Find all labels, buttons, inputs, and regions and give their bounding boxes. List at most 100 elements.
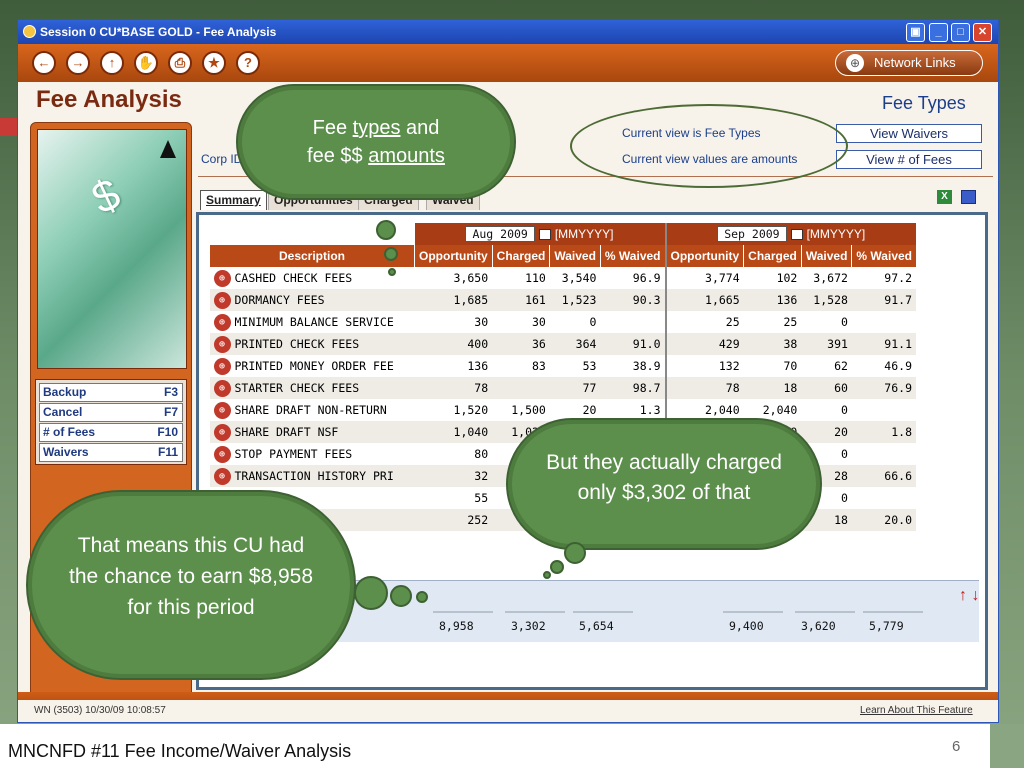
highlight-oval bbox=[570, 104, 848, 188]
forward-arrow-icon[interactable]: → bbox=[66, 51, 90, 75]
view-num-fees-button[interactable]: View # of Fees bbox=[836, 150, 982, 169]
calendar-icon[interactable] bbox=[790, 229, 803, 241]
fee-description-cell: ⊕ TRANSACTION HISTORY PRI bbox=[209, 465, 415, 487]
backup-button[interactable]: Backup F3 bbox=[39, 383, 183, 402]
value-cell: 70 bbox=[783, 359, 798, 373]
close-button[interactable]: ✕ bbox=[973, 23, 992, 42]
fee-description-cell: ⊕ PRINTED CHECK FEES bbox=[209, 333, 415, 355]
sort-arrows[interactable]: ↑ ↓ bbox=[959, 587, 979, 605]
total-rule bbox=[723, 611, 783, 613]
fee-description: PRINTED CHECK FEES bbox=[234, 336, 360, 351]
value-cell: 1.8 bbox=[851, 421, 916, 443]
favorite-star-icon[interactable]: ★ bbox=[202, 51, 226, 75]
zoom-icon[interactable]: ⊕ bbox=[213, 269, 231, 287]
restore-icon[interactable]: ▣ bbox=[906, 23, 925, 42]
fee-description: DORMANCY FEES bbox=[234, 292, 325, 307]
value-cell bbox=[852, 443, 916, 465]
fee-description-cell: ⊕ DORMANCY FEES bbox=[209, 289, 415, 311]
value-cell: 90.3 bbox=[600, 289, 666, 311]
help-icon[interactable]: ? bbox=[236, 51, 260, 75]
total-rule bbox=[505, 611, 565, 613]
callout-fee-types: Fee types and fee $$ amounts bbox=[236, 84, 516, 200]
hand-stop-icon[interactable]: ✋ bbox=[134, 51, 158, 75]
table-row[interactable]: ⊕ CASHED CHECK FEES 3,650 110 3,540 96.9 3,774… bbox=[210, 267, 917, 289]
thought-bubble bbox=[416, 591, 428, 603]
down-arrow-icon[interactable]: ↓ bbox=[971, 587, 979, 604]
value-cell: 20.0 bbox=[851, 509, 916, 531]
zoom-icon[interactable]: ⊕ bbox=[213, 379, 231, 397]
slide-number: 6 bbox=[952, 738, 961, 755]
fee-description-cell: ⊕ MINIMUM BALANCE SERVICE bbox=[210, 311, 415, 333]
maximize-button[interactable]: □ bbox=[951, 23, 970, 42]
calendar-icon[interactable] bbox=[538, 229, 551, 241]
learn-about-link[interactable]: Learn About This Feature bbox=[860, 705, 973, 716]
callout-text: and bbox=[406, 117, 440, 139]
excel-export-icon[interactable]: X bbox=[937, 190, 952, 204]
minimize-button[interactable]: _ bbox=[929, 23, 948, 42]
fee-description: SHARE DRAFT NSF bbox=[234, 424, 339, 439]
table-row[interactable]: ⊕ PRINTED MONEY ORDER FEE 136 83 53 38.9 132 70… bbox=[210, 355, 917, 377]
zoom-icon[interactable]: ⊕ bbox=[213, 467, 231, 485]
column-header[interactable]: Opportunity bbox=[414, 245, 493, 267]
waivers-button[interactable]: Waivers F11 bbox=[39, 443, 183, 462]
table-row[interactable]: ⊕ MINIMUM BALANCE SERVICE 30 30 0 25 25 0 bbox=[210, 311, 917, 333]
fee-description-cell: ⊕ CASHED CHECK FEES bbox=[210, 267, 415, 289]
zoom-icon[interactable]: ⊕ bbox=[213, 313, 231, 331]
column-header[interactable]: % Waived bbox=[599, 245, 666, 267]
value-cell: 30 bbox=[474, 315, 489, 329]
fkey-code: F3 bbox=[163, 385, 178, 399]
zoom-icon[interactable]: ⊕ bbox=[213, 291, 231, 309]
slide-footer-accent bbox=[990, 724, 1024, 768]
up-arrow-icon[interactable]: ↑ bbox=[959, 587, 967, 604]
back-arrow-icon[interactable]: ← bbox=[32, 51, 56, 75]
value-cell: 77 bbox=[549, 377, 601, 399]
column-header[interactable]: % Waived bbox=[851, 245, 916, 267]
up-arrow-icon[interactable]: ↑ bbox=[100, 51, 124, 75]
corp-id-label: Corp ID bbox=[201, 152, 243, 166]
total-value: 3,302 bbox=[511, 619, 546, 633]
fee-description: CASHED CHECK FEES bbox=[234, 270, 353, 285]
thought-bubble bbox=[564, 542, 586, 564]
table-row[interactable]: ⊕ PRINTED CHECK FEES 400 36 364 91.0 429 38 391 9… bbox=[209, 333, 916, 355]
fee-description-cell: ⊕ STARTER CHECK FEES bbox=[209, 377, 415, 399]
network-links-button[interactable]: ⊕ Network Links bbox=[835, 50, 983, 76]
column-header[interactable]: Waived bbox=[549, 245, 601, 267]
column-header[interactable]: Charged bbox=[743, 245, 802, 267]
month-input[interactable]: Aug 2009 bbox=[465, 226, 535, 242]
fkey-label: # of Fees bbox=[43, 425, 96, 439]
zoom-icon[interactable]: ⊕ bbox=[213, 335, 231, 353]
print-icon[interactable]: ⎙ bbox=[168, 51, 192, 75]
zoom-icon[interactable]: ⊕ bbox=[213, 401, 231, 419]
view-waivers-button[interactable]: View Waivers bbox=[836, 124, 982, 143]
cancel-button[interactable]: Cancel F7 bbox=[39, 403, 183, 422]
value-cell: 3,540 bbox=[561, 271, 597, 285]
thought-bubble bbox=[543, 571, 551, 579]
table-row[interactable]: ⊕ DORMANCY FEES 1,685 161 1,523 90.3 1,665 136 1… bbox=[209, 289, 916, 311]
month-header-row: Aug 2009 [MMYYYY] Sep 2009 [MMYYYY] bbox=[210, 223, 916, 245]
tab-summary[interactable]: Summary bbox=[200, 190, 267, 210]
callout-opportunity: That means this CU had the chance to ear… bbox=[26, 490, 356, 680]
column-header-row: Description Opportunity Charged Waived% Wai… bbox=[209, 245, 916, 267]
value-cell: 46.9 bbox=[884, 359, 912, 373]
value-cell: 1,500 bbox=[511, 403, 546, 417]
total-value: 8,958 bbox=[439, 619, 474, 633]
value-cell: 25 bbox=[664, 311, 744, 333]
value-cell: 76.9 bbox=[851, 377, 916, 399]
table-row[interactable]: ⊕ STARTER CHECK FEES 78 77 98.7 78 18 60 76.9 bbox=[209, 377, 916, 399]
zoom-icon[interactable]: ⊕ bbox=[213, 357, 231, 375]
total-rule bbox=[433, 611, 493, 613]
value-cell: 36 bbox=[492, 333, 550, 355]
column-header[interactable]: Charged bbox=[491, 245, 550, 267]
zoom-icon[interactable]: ⊕ bbox=[213, 445, 231, 463]
column-header[interactable]: Opportunity bbox=[664, 245, 744, 267]
value-cell: 25 bbox=[783, 315, 798, 329]
num-fees-button[interactable]: # of Fees F10 bbox=[39, 423, 183, 442]
month-input[interactable]: Sep 2009 bbox=[717, 226, 787, 242]
zoom-icon[interactable]: ⊕ bbox=[213, 423, 231, 441]
save-icon[interactable] bbox=[961, 190, 976, 204]
total-value: 3,620 bbox=[801, 619, 836, 633]
column-header[interactable]: Waived bbox=[800, 245, 852, 267]
thought-bubble bbox=[376, 220, 396, 240]
page-title: Fee Analysis bbox=[36, 86, 182, 113]
total-value: 5,779 bbox=[869, 619, 904, 633]
